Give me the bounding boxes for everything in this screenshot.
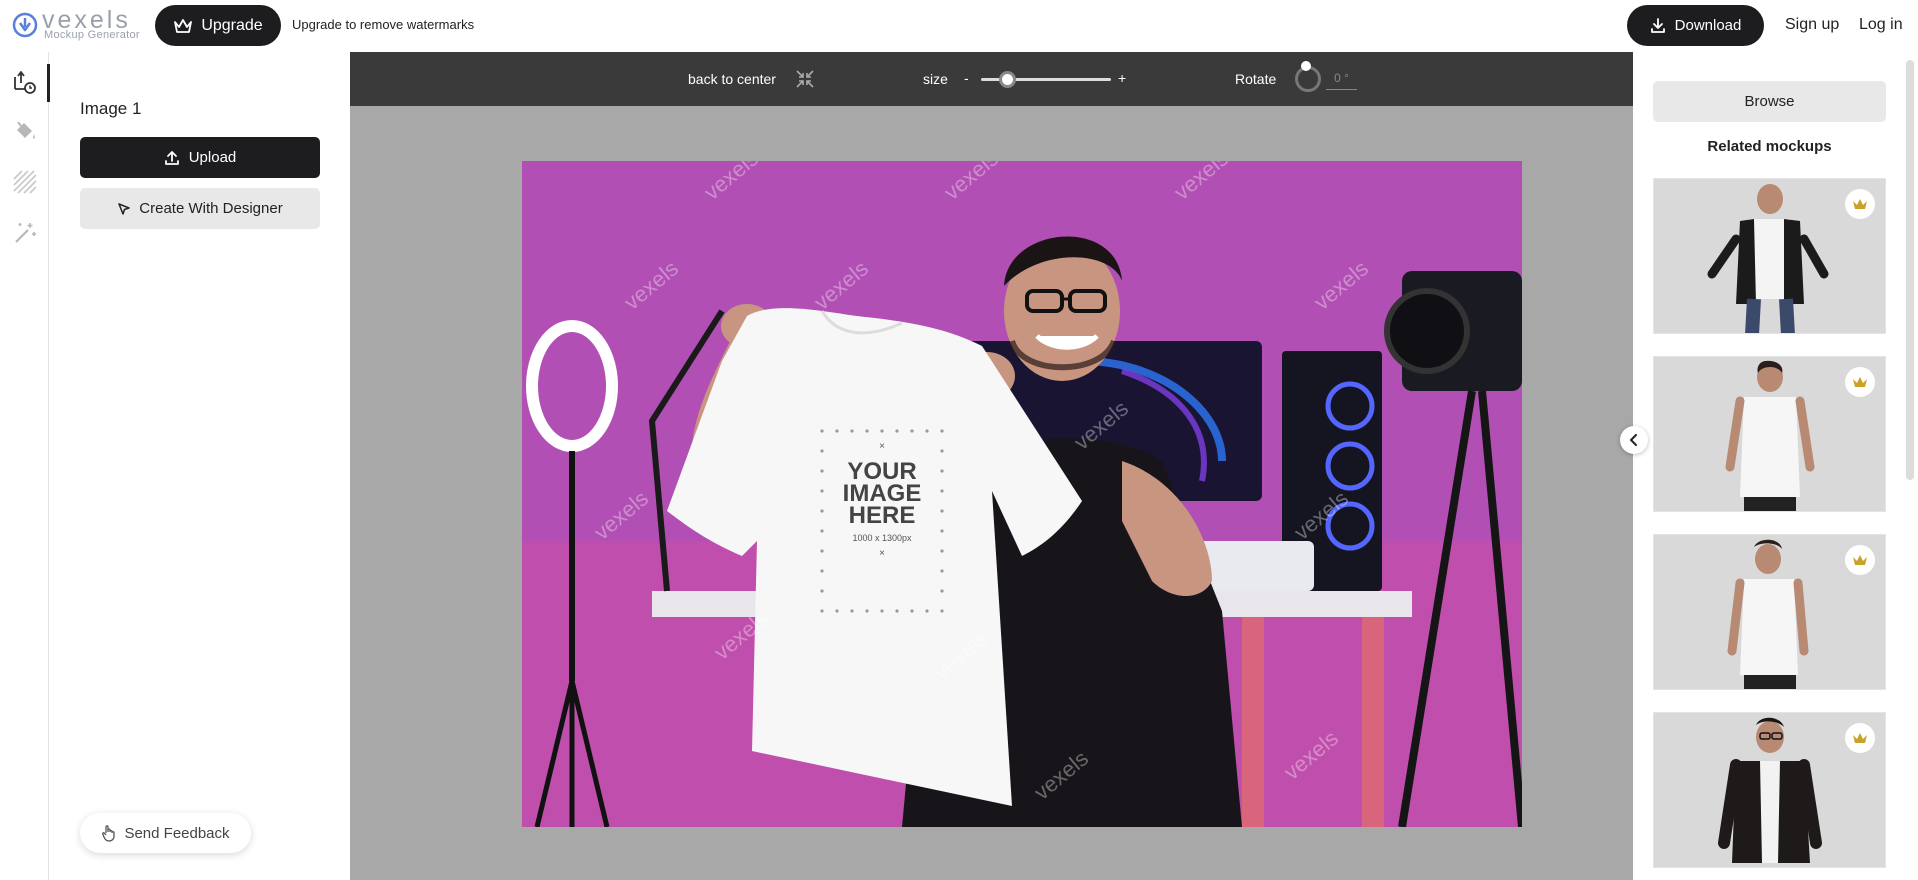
placeholder-size: 1000 x 1300px [852, 533, 912, 543]
rotate-angle-input[interactable] [1326, 66, 1357, 90]
texture-icon[interactable] [12, 169, 38, 195]
download-button[interactable]: Download [1627, 5, 1764, 46]
rotate-label: Rotate [1235, 71, 1277, 87]
canvas-toolbar: back to center size - + Rotate [350, 52, 1633, 106]
premium-crown-icon [1845, 367, 1875, 397]
size-slider-thumb[interactable] [998, 71, 1016, 88]
related-mockup-3[interactable] [1653, 534, 1886, 690]
login-link[interactable]: Log in [1859, 16, 1903, 34]
related-mockup-2[interactable] [1653, 356, 1886, 512]
logo-subtitle: Mockup Generator [44, 29, 140, 41]
upgrade-label: Upgrade [201, 16, 263, 34]
top-bar: vexels Mockup Generator Upgrade Upgrade … [0, 0, 1918, 52]
magic-wand-icon[interactable] [12, 220, 38, 246]
premium-crown-icon [1845, 723, 1875, 753]
right-panel-scrollbar[interactable] [1906, 60, 1914, 480]
svg-text:×: × [879, 441, 885, 452]
mockup-scene: YOUR IMAGE HERE 1000 x 1300px × × vexels… [522, 161, 1522, 827]
feedback-label: Send Feedback [124, 824, 230, 842]
upload-icon [164, 150, 179, 165]
related-panel: Browse Related mockups [1633, 52, 1918, 880]
tool-rail [0, 52, 50, 880]
editor-canvas: back to center size - + Rotate 0 ° YOUR … [350, 52, 1633, 880]
create-with-designer-button[interactable]: Create With Designer [80, 188, 320, 229]
designer-label: Create With Designer [139, 200, 283, 217]
svg-text:×: × [879, 548, 885, 559]
upgrade-note: Upgrade to remove watermarks [292, 17, 475, 32]
panel-title: Image 1 [80, 99, 142, 118]
download-label: Download [1674, 17, 1742, 34]
hand-icon [102, 825, 116, 842]
placeholder-line-3: HERE [849, 502, 916, 529]
vexels-logo[interactable]: vexels Mockup Generator [12, 6, 148, 46]
center-arrows-icon[interactable] [795, 69, 815, 89]
upload-label: Upload [188, 149, 237, 166]
upload-button[interactable]: Upload [80, 137, 320, 178]
collapse-panel-button[interactable] [1620, 426, 1648, 454]
size-increase-button[interactable]: + [1118, 70, 1126, 86]
back-to-center-label[interactable]: back to center [688, 71, 776, 87]
vexels-logo-icon [12, 12, 38, 38]
premium-crown-icon [1845, 545, 1875, 575]
image-panel: Image 1 Upload Create With Designer Send… [50, 52, 350, 880]
send-feedback-button[interactable]: Send Feedback [80, 813, 251, 853]
browse-button[interactable]: Browse [1653, 81, 1886, 122]
image-tool-icon[interactable] [12, 70, 38, 96]
premium-crown-icon [1845, 189, 1875, 219]
crown-icon [174, 18, 193, 33]
size-label: size [923, 71, 948, 87]
related-mockup-1[interactable] [1653, 178, 1886, 334]
download-icon [1650, 17, 1665, 33]
cursor-icon [118, 202, 131, 215]
upgrade-button[interactable]: Upgrade [155, 5, 281, 46]
chevron-left-icon [1630, 434, 1637, 446]
related-mockups-title: Related mockups [1707, 138, 1832, 155]
paint-bucket-icon[interactable] [12, 118, 38, 144]
signup-link[interactable]: Sign up [1785, 16, 1839, 34]
size-decrease-button[interactable]: - [964, 70, 969, 86]
related-mockup-4[interactable] [1653, 712, 1886, 868]
mockup-preview[interactable]: YOUR IMAGE HERE 1000 x 1300px × × vexels… [522, 161, 1522, 827]
rotate-dial-handle[interactable] [1301, 61, 1311, 71]
